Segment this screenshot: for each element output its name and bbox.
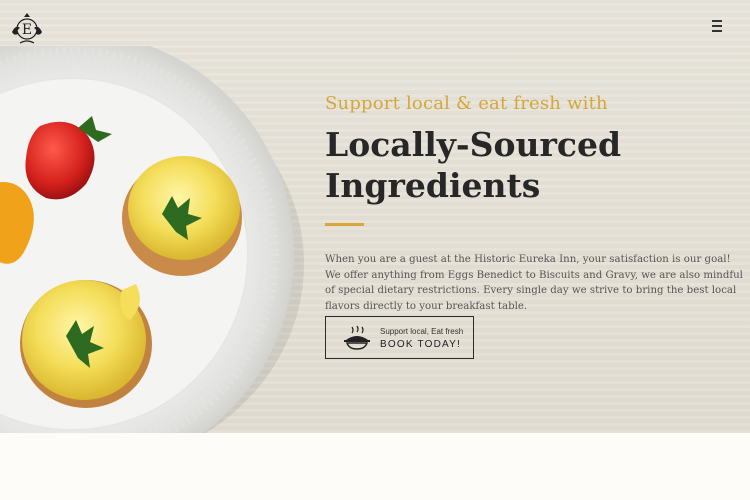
accent-divider (325, 223, 364, 226)
hamburger-menu-icon[interactable] (708, 20, 726, 34)
svg-text:E: E (22, 22, 32, 38)
headline-line-1: Locally-Sourced (325, 125, 622, 164)
page-bottom-band (0, 433, 750, 500)
hero-section: E Support local & eat fresh with Locally… (0, 0, 750, 433)
headline-line-2: Ingredients (325, 166, 541, 205)
hero-description: When you are a guest at the Historic Eur… (325, 254, 743, 312)
ornate-e-crest-icon[interactable]: E (8, 10, 46, 48)
eggs-benedict-plate-image (0, 46, 304, 433)
book-today-button[interactable]: Support local, Eat fresh BOOK TODAY! (325, 316, 474, 359)
serving-dish-icon (344, 325, 370, 350)
hero-headline: Locally-Sourced Ingredients (325, 124, 645, 206)
hero-eyebrow: Support local & eat fresh with (325, 93, 608, 114)
cta-subtitle: Support local, Eat fresh (380, 327, 464, 336)
cta-label: BOOK TODAY! (380, 339, 461, 350)
